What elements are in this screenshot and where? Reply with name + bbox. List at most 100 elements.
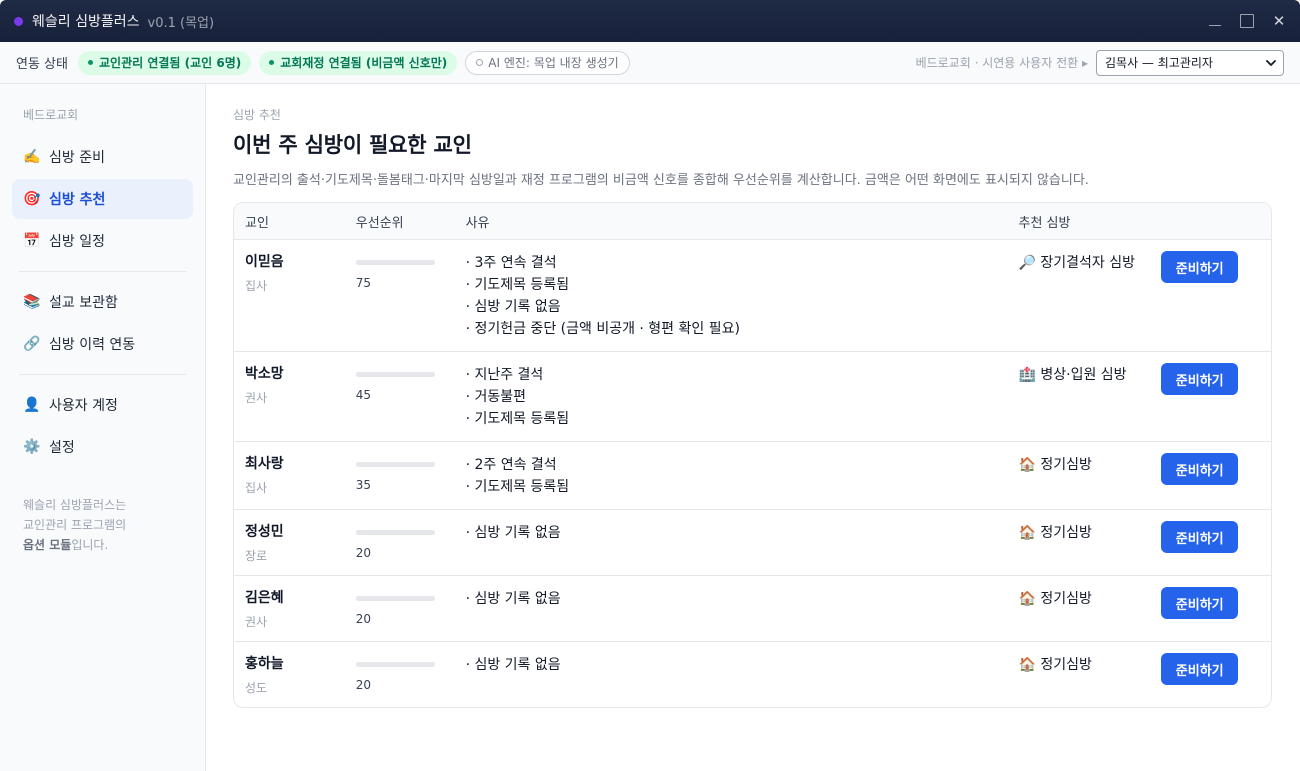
writing-hand-icon: ✍️ bbox=[23, 149, 41, 165]
prepare-button[interactable]: 준비하기 bbox=[1161, 587, 1239, 619]
page-eyebrow: 심방 추천 bbox=[233, 108, 281, 122]
cell-reasons: · 3주 연속 결석 · 기도제목 등록됨 · 심방 기록 없음 · 정기헌금 중단 … bbox=[466, 240, 1019, 351]
page-description: 교인관리의 출석·기도제목·돌봄태그·마지막 심방일과 재정 프로그램의 비금액… bbox=[233, 173, 1089, 188]
member-role: 성도 bbox=[245, 681, 268, 695]
priority-score: 20 bbox=[355, 546, 372, 560]
cell-reasons: · 2주 연속 결석 · 기도제목 등록됨 bbox=[466, 442, 1019, 509]
cell-priority: 20 bbox=[355, 510, 466, 575]
minimize-icon[interactable] bbox=[1208, 14, 1222, 28]
window-controls: ✕ bbox=[1208, 14, 1286, 29]
user-switch-select[interactable]: 김목사 — 최고관리자 bbox=[1096, 49, 1284, 76]
app-logo-dot bbox=[14, 16, 23, 26]
demo-user-switch-label: 베드로교회 · 시연용 사용자 전환 ▸ bbox=[915, 56, 1088, 70]
reason-item: · 지난주 결석 bbox=[465, 367, 544, 383]
priority-bar bbox=[355, 462, 435, 467]
integration-status-bar: 연동 상태 교인관리 연결됨 (교인 6명) 교회재정 연결됨 (비금액 신호만… bbox=[0, 42, 1300, 84]
recommend-type: 정기심방 bbox=[1040, 457, 1092, 473]
sidebar-item-visit-history-sync[interactable]: 🔗 심방 이력 연동 bbox=[12, 324, 193, 364]
recommend-type-icon: 🏥 bbox=[1018, 367, 1036, 383]
sidebar-divider bbox=[19, 271, 186, 272]
close-icon[interactable]: ✕ bbox=[1272, 14, 1286, 29]
member-name: 정성민 bbox=[245, 524, 284, 540]
priority-bar-fill bbox=[355, 530, 372, 535]
user-icon: 👤 bbox=[23, 397, 41, 413]
app-title: 웨슬리 심방플러스 bbox=[32, 14, 140, 30]
maximize-icon[interactable] bbox=[1240, 14, 1254, 28]
sidebar-church-name: 베드로교회 bbox=[23, 108, 79, 122]
sidebar-item-visit-prep[interactable]: ✍️ 심방 준비 bbox=[12, 137, 193, 177]
prepare-button[interactable]: 준비하기 bbox=[1161, 453, 1239, 485]
footer-bold: 옵션 모듈 bbox=[23, 538, 72, 552]
sidebar-item-label: 심방 준비 bbox=[49, 150, 105, 166]
status-right: 베드로교회 · 시연용 사용자 전환 ▸ 김목사 — 최고관리자 bbox=[915, 49, 1284, 76]
priority-score: 20 bbox=[355, 612, 372, 626]
priority-bar-fill bbox=[355, 596, 372, 601]
reason-item: · 기도제목 등록됨 bbox=[465, 479, 570, 495]
prepare-button[interactable]: 준비하기 bbox=[1161, 251, 1239, 283]
recommend-type: 장기결석자 심방 bbox=[1040, 255, 1135, 271]
cell-name: 박소망 권사 bbox=[234, 352, 356, 441]
member-name: 김은혜 bbox=[245, 590, 284, 606]
cell-action: 준비하기 bbox=[1161, 576, 1271, 641]
sidebar-item-label: 설정 bbox=[49, 440, 75, 456]
recommend-type: 정기심방 bbox=[1040, 525, 1092, 541]
gear-icon: ⚙️ bbox=[23, 439, 41, 455]
sidebar-item-label: 설교 보관함 bbox=[49, 295, 118, 311]
title-bar: 웨슬리 심방플러스 v0.1 (목업) ✕ bbox=[0, 0, 1300, 42]
sidebar-item-sermon-archive[interactable]: 📚 설교 보관함 bbox=[12, 282, 193, 322]
sidebar-item-user-accounts[interactable]: 👤 사용자 계정 bbox=[12, 385, 193, 425]
cell-priority: 20 bbox=[355, 642, 466, 707]
cell-priority: 75 bbox=[355, 240, 466, 351]
cell-recommend: 🏠 정기심방 bbox=[1018, 642, 1161, 707]
member-role: 장로 bbox=[245, 549, 268, 563]
prepare-button[interactable]: 준비하기 bbox=[1161, 521, 1239, 553]
cell-recommend: 🏠 정기심방 bbox=[1018, 442, 1161, 509]
priority-bar-fill bbox=[355, 462, 384, 467]
status-pill-text: 교회재정 연결됨 (비금액 신호만) bbox=[280, 56, 448, 70]
priority-score: 45 bbox=[355, 388, 372, 402]
cell-action: 준비하기 bbox=[1161, 240, 1271, 351]
recommend-type-icon: 🏠 bbox=[1018, 657, 1036, 673]
chevron-down-icon bbox=[1266, 59, 1276, 66]
table-row: 박소망 권사 45 · 지난주 결석 · 거동불편 · 기도제목 등록됨 🏥 병상·… bbox=[234, 352, 1271, 442]
prepare-button[interactable]: 준비하기 bbox=[1161, 653, 1239, 685]
member-name: 홍하늘 bbox=[245, 656, 284, 672]
cell-priority: 45 bbox=[355, 352, 466, 441]
target-icon: 🎯 bbox=[23, 191, 41, 207]
table-row: 정성민 장로 20 · 심방 기록 없음 🏠 정기심방 준비하기 bbox=[234, 510, 1271, 576]
member-name: 이믿음 bbox=[245, 254, 284, 270]
reason-item: · 심방 기록 없음 bbox=[465, 525, 561, 541]
footer-line2: 교인관리 프로그램의 bbox=[23, 518, 127, 532]
reason-item: · 거동불편 bbox=[465, 389, 526, 405]
table-row: 홍하늘 성도 20 · 심방 기록 없음 🏠 정기심방 준비하기 bbox=[234, 642, 1271, 707]
recommend-type-icon: 🏠 bbox=[1018, 591, 1036, 607]
calendar-icon: 📅 bbox=[23, 233, 41, 249]
reason-item: · 심방 기록 없음 bbox=[465, 591, 561, 607]
app-version: v0.1 (목업) bbox=[147, 15, 215, 31]
cell-recommend: 🏠 정기심방 bbox=[1018, 576, 1161, 641]
cell-action: 준비하기 bbox=[1161, 442, 1271, 509]
col-header-name: 교인 bbox=[245, 215, 269, 231]
table-body: 이믿음 집사 75 · 3주 연속 결석 · 기도제목 등록됨 · 심방 기록 없음… bbox=[234, 240, 1271, 707]
priority-bar bbox=[355, 260, 435, 265]
sidebar-item-visit-recommend[interactable]: 🎯 심방 추천 bbox=[12, 179, 193, 219]
app-body: 베드로교회 ✍️ 심방 준비 🎯 심방 추천 📅 심방 일정 📚 설교 보관함 … bbox=[0, 84, 1300, 771]
recommend-type-icon: 🏠 bbox=[1018, 457, 1036, 473]
sidebar-item-visit-schedule[interactable]: 📅 심방 일정 bbox=[12, 221, 193, 261]
link-icon: 🔗 bbox=[23, 336, 41, 352]
cell-action: 준비하기 bbox=[1161, 642, 1271, 707]
status-label: 연동 상태 bbox=[16, 57, 68, 72]
sidebar-divider bbox=[19, 374, 186, 375]
reason-item: · 정기헌금 중단 (금액 비공개 · 형편 확인 필요) bbox=[465, 321, 740, 337]
sidebar: 베드로교회 ✍️ 심방 준비 🎯 심방 추천 📅 심방 일정 📚 설교 보관함 … bbox=[0, 84, 206, 771]
col-header-recommend: 추천 심방 bbox=[1018, 215, 1071, 231]
sidebar-item-settings[interactable]: ⚙️ 설정 bbox=[12, 427, 193, 467]
app-window: 웨슬리 심방플러스 v0.1 (목업) ✕ 연동 상태 교인관리 연결됨 (교인… bbox=[0, 0, 1300, 771]
priority-bar-fill bbox=[355, 662, 372, 667]
cell-priority: 35 bbox=[355, 442, 466, 509]
cell-reasons: · 심방 기록 없음 bbox=[466, 510, 1019, 575]
page-title: 이번 주 심방이 필요한 교인 bbox=[233, 133, 472, 157]
main-content: 심방 추천 이번 주 심방이 필요한 교인 교인관리의 출석·기도제목·돌봄태그… bbox=[206, 84, 1300, 771]
prepare-button[interactable]: 준비하기 bbox=[1161, 363, 1239, 395]
priority-bar-fill bbox=[355, 372, 392, 377]
